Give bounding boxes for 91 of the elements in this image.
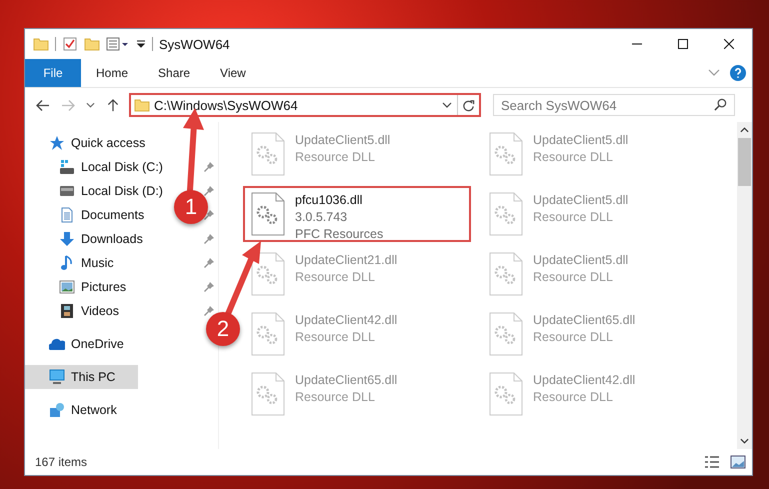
file-name: UpdateClient65.dll bbox=[295, 372, 398, 389]
file-menu-button[interactable]: File bbox=[25, 59, 81, 87]
nav-item[interactable]: Network bbox=[25, 398, 125, 422]
file-name: UpdateClient42.dll bbox=[533, 372, 636, 389]
search-field[interactable]: Search SysWOW64 bbox=[493, 94, 735, 116]
dll-file-icon bbox=[489, 312, 523, 356]
file-detail: Resource DLL bbox=[295, 269, 376, 286]
nav-item[interactable]: This PC bbox=[25, 365, 138, 389]
nav-item[interactable]: Quick access bbox=[25, 131, 154, 155]
pin-icon[interactable] bbox=[204, 162, 214, 172]
cloud-icon bbox=[49, 336, 65, 352]
monitor-icon bbox=[49, 369, 65, 385]
document-icon bbox=[59, 207, 75, 223]
back-icon[interactable] bbox=[36, 98, 50, 112]
file-detail: Resource DLL bbox=[533, 269, 614, 286]
download-arrow-icon bbox=[59, 231, 75, 247]
pin-icon[interactable] bbox=[204, 186, 214, 196]
nav-item[interactable]: OneDrive bbox=[25, 332, 132, 356]
nav-item[interactable]: Documents bbox=[25, 203, 152, 227]
file-detail: Resource DLL bbox=[533, 329, 614, 346]
close-icon bbox=[724, 39, 734, 49]
dll-file-icon bbox=[251, 312, 285, 356]
dll-file-icon bbox=[251, 252, 285, 296]
up-icon[interactable] bbox=[106, 98, 120, 112]
expand-ribbon-icon[interactable] bbox=[708, 69, 720, 77]
scroll-down-icon[interactable] bbox=[740, 438, 749, 444]
file-name: UpdateClient5.dll bbox=[533, 132, 628, 149]
nav-item[interactable]: Local Disk (C:) bbox=[25, 155, 171, 179]
scroll-thumb[interactable] bbox=[738, 138, 751, 186]
file-detail: 3.0.5.743 bbox=[295, 209, 348, 226]
nav-item[interactable]: Pictures bbox=[25, 275, 134, 299]
star-icon bbox=[49, 135, 65, 151]
address-bar[interactable]: C:\Windows\SysWOW64 bbox=[129, 93, 481, 117]
folder-icon bbox=[134, 97, 150, 113]
item-count: 167 items bbox=[35, 455, 88, 469]
properties-icon[interactable] bbox=[62, 36, 78, 52]
ribbon-tab[interactable]: Share bbox=[143, 66, 206, 80]
picture-icon bbox=[59, 279, 75, 295]
maximize-icon bbox=[678, 39, 688, 49]
customize-toolbar-icon[interactable] bbox=[106, 36, 130, 52]
dropdown-icon[interactable] bbox=[136, 39, 146, 49]
file-detail: Resource DLL bbox=[533, 209, 614, 226]
file-detail: Resource DLL bbox=[295, 329, 376, 346]
pin-icon[interactable] bbox=[204, 282, 214, 292]
dll-file-icon bbox=[489, 252, 523, 296]
window-title: SysWOW64 bbox=[159, 36, 230, 52]
details-view-icon[interactable] bbox=[704, 455, 720, 469]
search-icon bbox=[714, 98, 727, 111]
network-icon bbox=[49, 402, 65, 418]
drive-icon bbox=[59, 159, 75, 175]
film-icon bbox=[59, 303, 75, 319]
nav-item[interactable]: Local Disk (D:) bbox=[25, 179, 171, 203]
nav-item[interactable]: Videos bbox=[25, 299, 127, 323]
scrollbar[interactable] bbox=[737, 122, 752, 449]
file-name: UpdateClient5.dll bbox=[295, 132, 390, 149]
dll-file-icon bbox=[251, 132, 285, 176]
recent-locations-icon[interactable] bbox=[86, 102, 95, 108]
dll-file-icon bbox=[489, 132, 523, 176]
ribbon-tab[interactable]: View bbox=[205, 66, 261, 80]
file-name: UpdateClient65.dll bbox=[533, 312, 636, 329]
nav-item[interactable]: Music bbox=[25, 251, 122, 275]
scroll-up-icon[interactable] bbox=[740, 127, 749, 133]
minimize-icon bbox=[632, 43, 642, 45]
file-detail: Resource DLL bbox=[295, 389, 376, 406]
file-detail: Resource DLL bbox=[533, 149, 614, 166]
file-detail: Resource DLL bbox=[295, 149, 376, 166]
pin-icon[interactable] bbox=[204, 306, 214, 316]
pin-icon[interactable] bbox=[204, 210, 214, 220]
file-name: pfcu1036.dll bbox=[295, 192, 364, 209]
large-icons-view-icon[interactable] bbox=[730, 455, 746, 469]
file-name: UpdateClient5.dll bbox=[533, 192, 628, 209]
music-note-icon bbox=[59, 255, 75, 271]
nav-item[interactable]: Downloads bbox=[25, 227, 151, 251]
dll-file-icon bbox=[251, 372, 285, 416]
file-detail: Resource DLL bbox=[533, 389, 614, 406]
file-name: UpdateClient5.dll bbox=[533, 252, 628, 269]
address-path: C:\Windows\SysWOW64 bbox=[154, 98, 299, 112]
help-icon[interactable] bbox=[730, 65, 746, 81]
dropdown-icon[interactable] bbox=[442, 102, 452, 108]
pin-icon[interactable] bbox=[204, 258, 214, 268]
file-detail: PFC Resources bbox=[295, 226, 384, 243]
file-item[interactable]: pfcu1036.dll 3.0.5.743 PFC Resources bbox=[243, 186, 471, 242]
dll-file-icon bbox=[489, 372, 523, 416]
ribbon-tab[interactable]: Home bbox=[81, 66, 144, 80]
refresh-icon[interactable] bbox=[462, 98, 475, 112]
drive-icon bbox=[59, 183, 75, 199]
dll-file-icon bbox=[489, 192, 523, 236]
file-name: UpdateClient42.dll bbox=[295, 312, 398, 329]
pin-icon[interactable] bbox=[204, 234, 214, 244]
dll-file-icon bbox=[251, 192, 285, 236]
file-name: UpdateClient21.dll bbox=[295, 252, 398, 269]
